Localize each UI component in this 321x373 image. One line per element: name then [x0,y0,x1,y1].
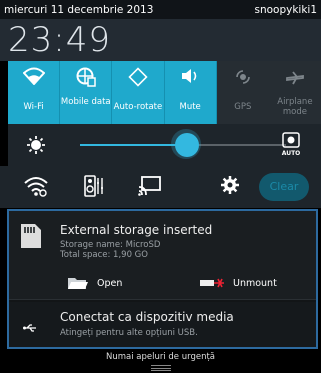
unmount-icon [200,278,224,288]
status-username: snoopykiki1 [254,3,317,16]
usb-icon [23,318,37,337]
mute-icon [165,67,216,87]
notifications-panel: External storage inserted Storage name: … [7,209,318,349]
notification-subtitle: Atingeți pentru alte opțiuni USB. [60,328,198,338]
notification-title: Conectat ca dispozitiv media [60,310,234,324]
unmount-label: Unmount [233,277,277,289]
clear-button[interactable]: Clear [259,173,309,201]
auto-brightness-icon [282,132,300,148]
brightness-row: AUTO [8,124,321,166]
brightness-track[interactable] [187,144,286,146]
folder-icon [68,278,88,289]
footer: Numai apeluri de urgență [0,349,321,373]
toggle-mobile-data[interactable]: Mobile data [60,61,113,124]
open-button[interactable]: Open [67,275,122,291]
storage-total-space: Total space: 1,90 GO [60,250,148,260]
storage-name: Storage name: MicroSD [60,240,161,250]
auto-brightness-button[interactable]: AUTO [276,132,306,157]
sd-card-icon [20,223,42,253]
brightness-slider-thumb[interactable] [171,129,202,159]
wifi-settings-icon[interactable] [24,175,48,201]
toggle-airplane-mode[interactable]: Airplane mode [268,61,321,124]
unmount-button[interactable]: Unmount [199,275,277,291]
toggle-label: GPS [234,102,252,112]
gps-icon [217,67,269,87]
drag-handle-icon[interactable] [151,365,171,371]
status-bar: miercuri 11 decembrie 2013 snoopykiki1 [0,0,321,19]
status-date: miercuri 11 decembrie 2013 [4,3,154,16]
auto-label: AUTO [281,150,301,157]
sound-settings-icon[interactable] [84,175,106,201]
wifi-icon [8,67,59,87]
notification-title: External storage inserted [60,223,213,237]
gear-icon[interactable] [220,175,240,199]
emergency-calls-text: Numai apeluri de urgență [105,352,216,362]
toggle-label: Mute [179,102,201,112]
brightness-icon [26,135,46,159]
notification-usb[interactable]: Conectat ca dispozitiv media Atingeți pe… [9,302,316,347]
clock[interactable]: 23:49 [8,20,111,60]
airplane-icon [269,67,321,87]
toggle-mute[interactable]: Mute [164,61,217,124]
toggle-wifi[interactable]: Wi-Fi [8,61,61,124]
open-label: Open [97,277,123,289]
mobile-data-icon [60,67,111,87]
toggle-label: Mobile data [60,97,111,107]
toggle-gps[interactable]: GPS [216,61,269,124]
toggle-label: Airplane mode [277,97,313,117]
tools-row: Clear [0,166,321,208]
toggle-label: Auto-rotate [113,102,163,112]
toggle-auto-rotate[interactable]: Auto-rotate [112,61,165,124]
clock-header: 23:49 [0,19,321,61]
cast-screen-icon[interactable] [138,175,162,201]
auto-rotate-icon [112,67,163,87]
quick-settings: Wi-Fi Mobile data Auto-rotate Mute GPS A… [8,61,321,124]
toggle-label: Wi-Fi [23,102,44,112]
notification-storage[interactable]: External storage inserted Storage name: … [9,211,316,300]
